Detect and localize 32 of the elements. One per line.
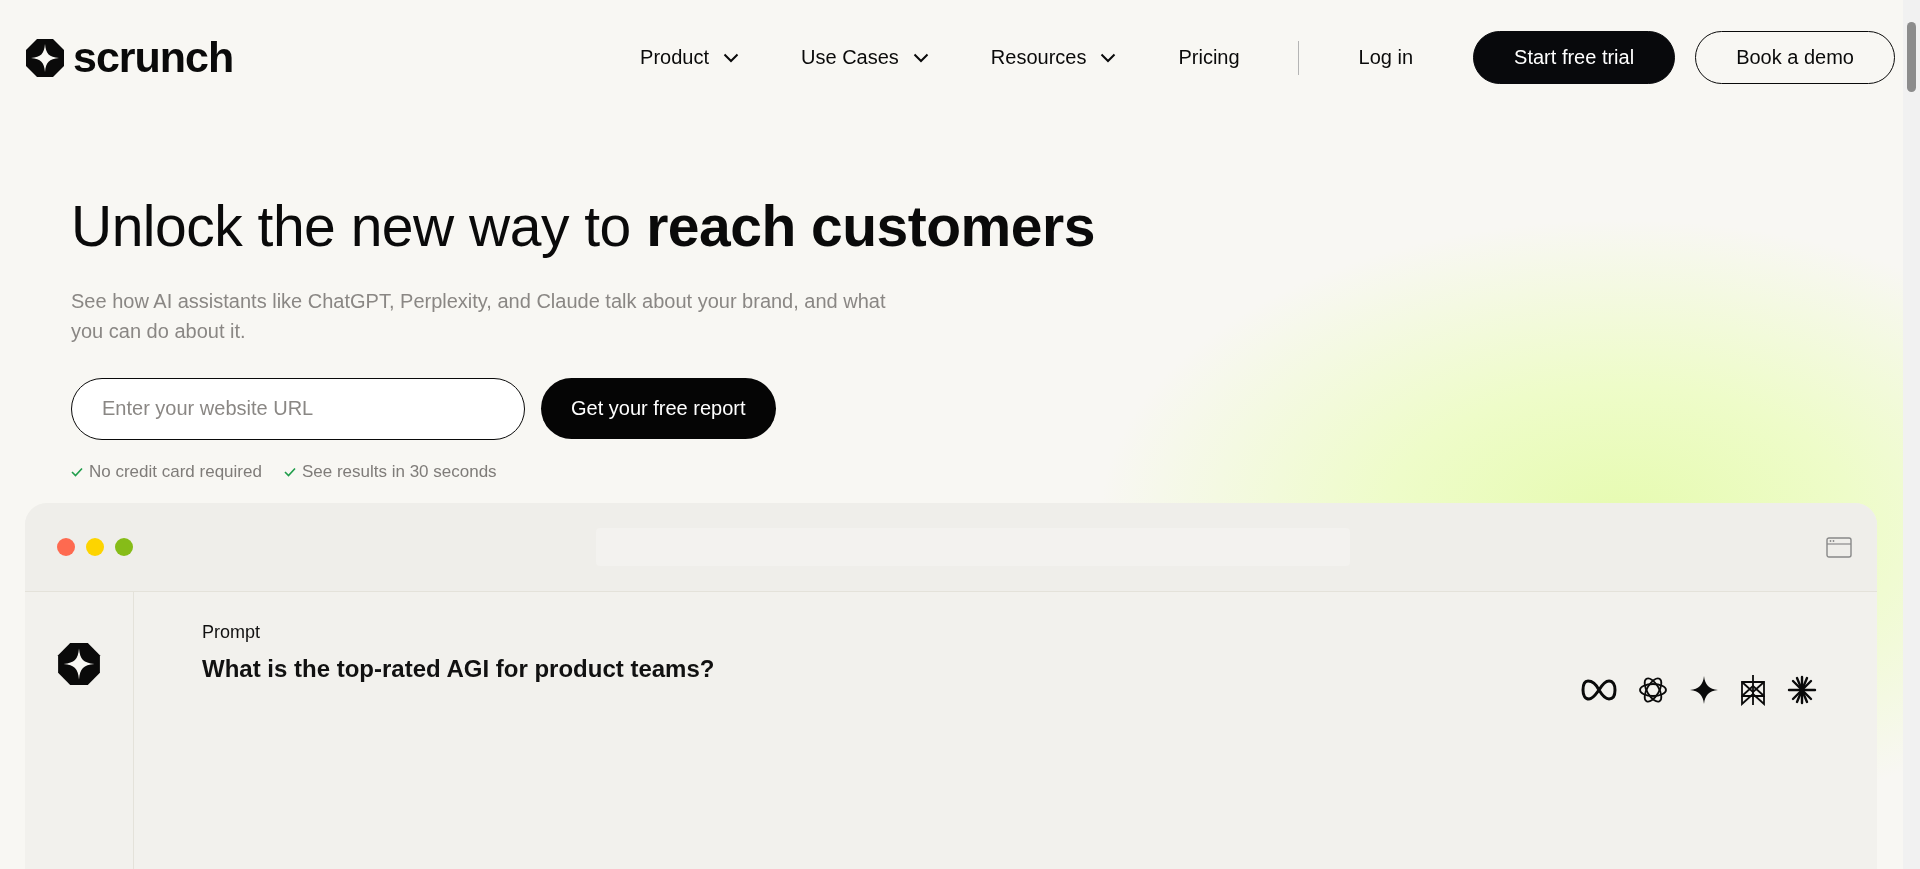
feature-note: See results in 30 seconds [301,461,497,482]
browser-window-icon [1826,536,1852,558]
prompt-text: What is the top-rated AGI for product teams? [202,655,715,683]
chevron-down-icon [723,52,740,63]
url-input-field[interactable]: Enter your website URL [71,377,525,440]
report-button[interactable]: Get your free report [541,378,776,440]
logo-icon [25,37,65,78]
nav-link[interactable]: Pricing [1178,46,1240,69]
knot-icon [1637,674,1669,706]
trial-button[interactable]: Start free trial [1473,31,1676,84]
chevron-down-icon [1100,52,1117,63]
logo-icon [57,642,101,686]
window-dot [115,538,133,556]
brand-name: scrunch [73,33,234,82]
nav-menu-item[interactable]: Product [640,46,740,69]
hero-headline: Unlock the new way to reach customers [71,195,1096,258]
infinity-icon [1581,679,1617,701]
scrollbar[interactable] [1903,0,1920,869]
sparkle-icon [1689,675,1719,705]
nav-menu-item[interactable]: Use Cases [801,46,929,69]
prompt-label: Prompt [202,622,262,643]
window-dot [57,538,75,556]
checkmark-icon [283,466,296,477]
login-link[interactable]: Log in [1358,46,1414,69]
window-dot [86,538,104,556]
feature-note: No credit card required [89,461,262,482]
geometric-icon [1739,674,1767,706]
nav-menu-item[interactable]: Resources [990,46,1117,69]
chevron-down-icon [912,52,929,63]
asterisk-icon [1787,675,1817,705]
hero-subtitle: See how AI assistants like ChatGPT, Perplexity, and Claude talk about your brand, and what you can do about it. [71,288,887,344]
checkmark-icon [71,466,83,477]
